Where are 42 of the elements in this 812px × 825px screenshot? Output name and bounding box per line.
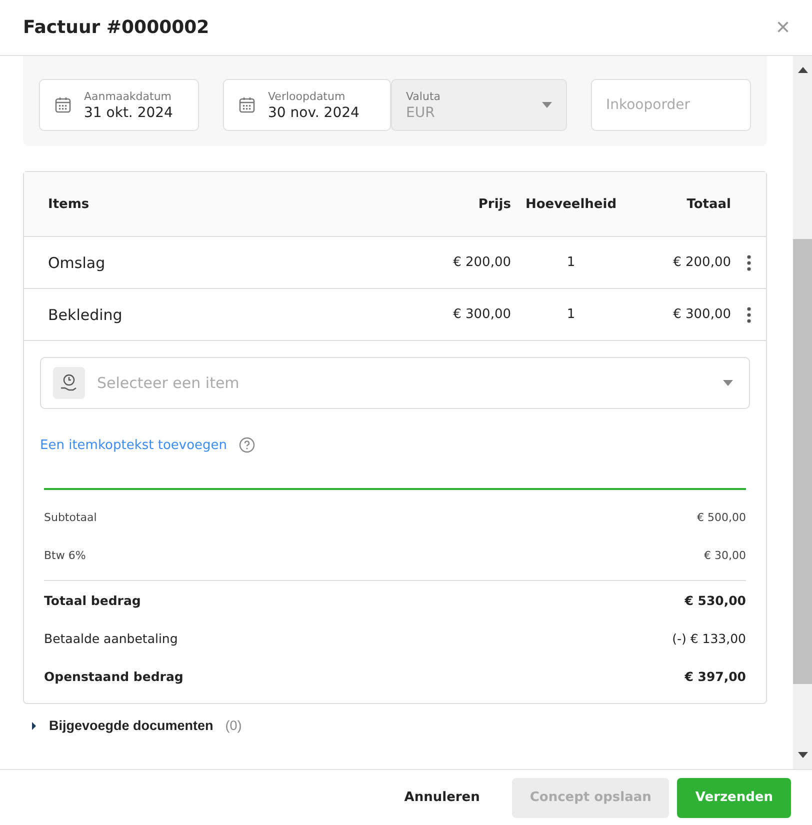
scrollbar[interactable] bbox=[793, 56, 812, 770]
dialog-title: Factuur #0000002 bbox=[23, 17, 210, 38]
summary-value: € 397,00 bbox=[684, 668, 746, 684]
more-options-icon[interactable] bbox=[747, 254, 751, 270]
summary-label: Subtotaal bbox=[44, 510, 97, 524]
summary-value: € 30,00 bbox=[704, 548, 746, 562]
summary-label: Totaal bedrag bbox=[44, 592, 141, 608]
calendar-icon bbox=[238, 96, 256, 114]
table-cell-text: € 200,00 bbox=[452, 255, 511, 270]
item-select[interactable]: Selecteer een item bbox=[40, 357, 750, 409]
help-icon[interactable] bbox=[239, 437, 256, 453]
more-options-icon[interactable] bbox=[747, 306, 751, 322]
table-cell-text: Omslag bbox=[48, 254, 106, 272]
table-cell-text: 1 bbox=[566, 307, 576, 322]
date-field[interactable]: Verloopdatum 30 nov. 2024 bbox=[223, 79, 391, 131]
table-cell-text: € 300,00 bbox=[452, 307, 511, 322]
summary-label: Btw 6% bbox=[44, 548, 86, 562]
summary-value: (-) € 133,00 bbox=[672, 630, 746, 646]
summary-label: Betaalde aanbetaling bbox=[44, 630, 178, 646]
summary-value: € 530,00 bbox=[684, 592, 746, 608]
expand-caret-icon bbox=[31, 722, 37, 730]
column-header: Totaal bbox=[686, 196, 731, 212]
table-cell-text: € 300,00 bbox=[672, 307, 731, 322]
dropdown-caret-icon bbox=[542, 102, 552, 108]
table-cell-text: 1 bbox=[566, 255, 576, 270]
add-item-header-link[interactable]: Een itemkoptekst toevoegen bbox=[40, 438, 228, 452]
table-cell-text: Bekleding bbox=[48, 306, 124, 324]
calendar-icon bbox=[54, 96, 72, 114]
close-button[interactable]: × bbox=[772, 16, 794, 40]
dropdown-caret-icon bbox=[723, 380, 733, 386]
cancel-button[interactable]: Annuleren bbox=[380, 778, 504, 818]
column-header: Hoeveelheid bbox=[524, 196, 618, 212]
column-header: Items bbox=[48, 196, 90, 212]
summary-value: € 500,00 bbox=[697, 510, 746, 524]
attachments-toggle[interactable]: Bijgevoegde documenten (0) bbox=[23, 718, 767, 733]
table-cell-text: € 200,00 bbox=[672, 255, 731, 270]
input-field[interactable]: Inkooporder bbox=[591, 79, 751, 131]
send-button[interactable]: Verzenden bbox=[677, 778, 791, 818]
date-field[interactable]: Aanmaakdatum 31 okt. 2024 bbox=[39, 79, 199, 131]
item-icon bbox=[53, 367, 85, 399]
column-header: Prijs bbox=[477, 196, 511, 212]
summary-label: Openstaand bedrag bbox=[44, 668, 184, 684]
